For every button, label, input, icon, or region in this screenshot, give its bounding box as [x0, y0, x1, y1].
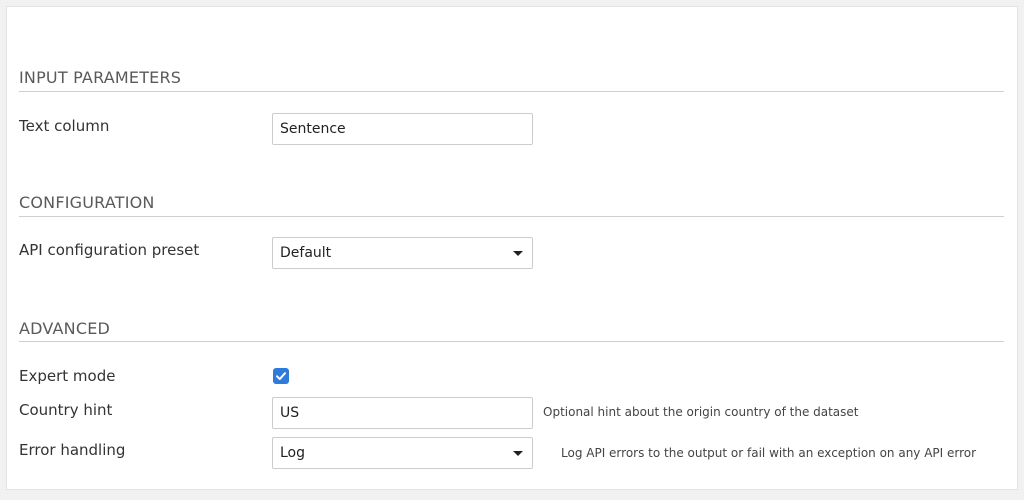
error-handling-help: Log API errors to the output or fail wit… [561, 446, 977, 460]
section-title-configuration: CONFIGURATION [19, 193, 155, 212]
api-preset-label: API configuration preset [19, 241, 200, 259]
error-handling-select[interactable]: Log [272, 437, 533, 469]
expert-mode-label: Expert mode [19, 367, 116, 385]
text-column-input[interactable] [272, 113, 533, 145]
checkmark-icon [276, 372, 286, 380]
section-divider [19, 216, 1004, 217]
section-divider [19, 341, 1004, 342]
section-divider [19, 91, 1004, 92]
text-column-label: Text column [19, 117, 110, 135]
form-panel: INPUT PARAMETERS Text column CONFIGURATI… [6, 6, 1018, 490]
country-hint-input[interactable] [272, 397, 533, 429]
section-title-advanced: ADVANCED [19, 319, 111, 338]
country-hint-label: Country hint [19, 401, 113, 419]
api-preset-select[interactable]: Default [272, 237, 533, 269]
error-handling-value: Log [280, 445, 306, 461]
expert-mode-checkbox[interactable] [273, 368, 289, 384]
error-handling-label: Error handling [19, 441, 126, 459]
chevron-down-icon [513, 450, 523, 456]
section-title-input-parameters: INPUT PARAMETERS [19, 68, 182, 87]
country-hint-help: Optional hint about the origin country o… [543, 405, 859, 419]
chevron-down-icon [513, 250, 523, 256]
api-preset-value: Default [280, 245, 332, 261]
